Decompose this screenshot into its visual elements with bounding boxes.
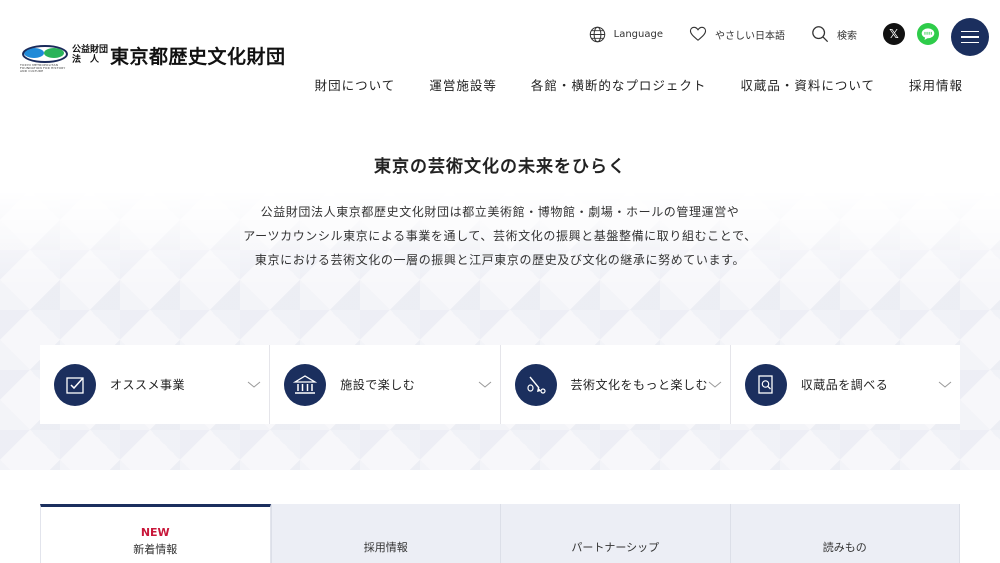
card-label: オススメ事業 — [110, 378, 186, 392]
logo-prefix: 公益財団 法 人 — [72, 45, 108, 65]
new-badge: NEW — [140, 526, 170, 539]
x-logo-icon: 𝕏 — [889, 27, 899, 41]
utility-bar: Language やさしい日本語 検索 𝕏 — [589, 18, 1000, 56]
search-button[interactable]: 検索 — [811, 25, 857, 43]
nav-item-about[interactable]: 財団について — [315, 75, 396, 94]
tab-partnership[interactable]: パートナーシップ — [500, 504, 730, 563]
card-recommended[interactable]: オススメ事業 — [40, 345, 269, 424]
hamburger-menu-button[interactable] — [951, 18, 989, 56]
intro-line: 公益財団法人東京都歴史文化財団は都立美術館・博物館・劇場・ホールの管理運営や — [260, 205, 740, 219]
logo-name: 東京都歴史文化財団 — [110, 45, 286, 68]
search-label: 検索 — [837, 30, 857, 42]
logo-prefix-line2: 法 人 — [72, 55, 100, 65]
tab-news[interactable]: NEW 新着情報 — [40, 504, 271, 563]
easy-japanese-button[interactable]: やさしい日本語 — [689, 26, 785, 42]
tab-recruit[interactable]: 採用情報 — [270, 504, 500, 563]
foundation-logo[interactable]: TOKYO METROPOLITAN FOUNDATION FOR HISTOR… — [20, 40, 286, 73]
logo-prefix-line1: 公益財団 — [72, 45, 109, 55]
language-label: Language — [613, 28, 663, 40]
line-logo-icon — [921, 28, 935, 40]
easy-japanese-label: やさしい日本語 — [715, 30, 785, 42]
x-twitter-link[interactable]: 𝕏 — [883, 23, 905, 45]
brush-palette-icon — [514, 363, 557, 406]
logo-tagline: TOKYO METROPOLITAN FOUNDATION FOR HISTOR… — [20, 63, 66, 73]
tab-label: 読みもの — [822, 541, 867, 554]
globe-icon — [589, 26, 605, 42]
card-collections[interactable]: 収蔵品を調べる — [729, 345, 960, 424]
menu-line-icon — [961, 30, 979, 33]
heart-icon — [689, 26, 707, 41]
chevron-down-icon — [478, 381, 491, 388]
nav-item-projects[interactable]: 各館・横断的なプロジェクト — [531, 75, 707, 94]
document-search-icon — [744, 363, 787, 406]
content-tabs: NEW 新着情報 採用情報 パートナーシップ 読みもの — [40, 504, 960, 563]
menu-line-icon — [961, 36, 979, 38]
tab-label: パートナーシップ — [571, 541, 660, 554]
card-facilities[interactable]: 施設で楽しむ — [269, 345, 499, 424]
logo-mark-icon: TOKYO METROPOLITAN FOUNDATION FOR HISTOR… — [20, 40, 70, 73]
check-frame-icon — [54, 363, 96, 406]
menu-line-icon — [961, 41, 979, 44]
intro-title: 東京の芸術文化の未来をひらく — [374, 157, 626, 177]
feature-cards: オススメ事業 施設で楽しむ 芸術文化をもっと楽しむ 収蔵品を調べる — [40, 345, 960, 424]
intro-text: 公益財団法人東京都歴史文化財団は都立美術館・博物館・劇場・ホールの管理運営や ア… — [0, 200, 1000, 272]
intro-line: アーツカウンシル東京による事業を通して、芸術文化の振興と基盤整備に取り組むことで… — [243, 229, 757, 243]
search-icon — [812, 26, 829, 43]
language-button[interactable]: Language — [589, 26, 663, 43]
nav-item-facilities[interactable]: 運営施設等 — [429, 75, 497, 94]
chevron-down-icon — [938, 381, 952, 388]
global-nav: 財団について 運営施設等 各館・横断的なプロジェクト 収蔵品・資料について 採用… — [281, 75, 963, 94]
chevron-down-icon — [247, 381, 261, 388]
nav-item-recruit[interactable]: 採用情報 — [909, 75, 963, 94]
card-label: 施設で楽しむ — [340, 378, 416, 392]
museum-building-icon — [284, 363, 327, 406]
nav-item-collections[interactable]: 収蔵品・資料について — [740, 75, 875, 94]
tab-readings[interactable]: 読みもの — [729, 504, 960, 563]
tab-label: 採用情報 — [363, 541, 408, 554]
card-arts[interactable]: 芸術文化をもっと楽しむ — [499, 345, 730, 424]
tab-label: 新着情報 — [133, 543, 178, 556]
intro-line: 東京における芸術文化の一層の振興と江戸東京の歴史及び文化の継承に努めています。 — [254, 253, 746, 267]
card-label: 芸術文化をもっと楽しむ — [570, 378, 709, 392]
chevron-down-icon — [708, 381, 722, 388]
line-link[interactable] — [917, 23, 939, 45]
card-label: 収蔵品を調べる — [800, 378, 889, 392]
